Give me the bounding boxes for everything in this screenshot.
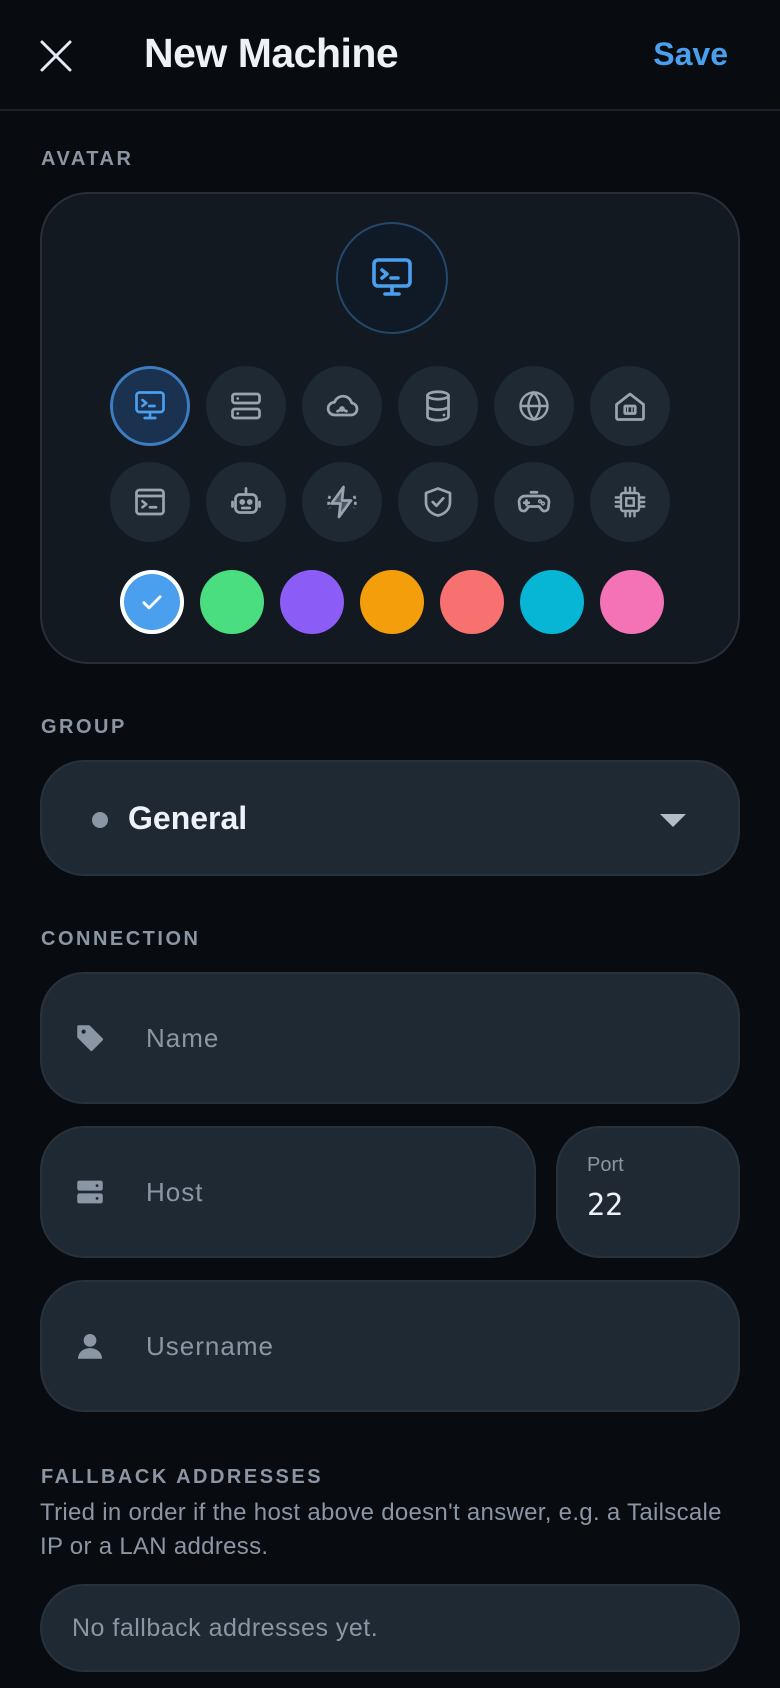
color-swatch-pink[interactable] (600, 570, 664, 634)
gamepad-icon (517, 490, 551, 513)
lightning-icon (327, 485, 357, 519)
database-icon (426, 390, 450, 422)
icon-option-cloud[interactable] (302, 366, 382, 446)
fallback-description: Tried in order if the host above doesn't… (40, 1499, 722, 1560)
color-swatch-cyan[interactable] (520, 570, 584, 634)
save-button[interactable]: Save (653, 36, 728, 73)
icon-option-globe[interactable] (494, 366, 574, 446)
robot-icon (231, 487, 261, 514)
icon-option-cpu[interactable] (590, 462, 670, 542)
group-selected-value: General (128, 800, 248, 836)
cpu-chip-icon (614, 486, 646, 518)
avatar-card (40, 192, 740, 664)
name-field (40, 972, 740, 1104)
server-icon (72, 1174, 108, 1210)
icon-option-home[interactable] (590, 366, 670, 446)
host-input[interactable] (146, 1128, 508, 1256)
avatar-section-label: AVATAR (41, 148, 134, 170)
check-icon (142, 595, 162, 610)
top-bar: New Machine Save (0, 0, 780, 111)
group-color-dot (92, 812, 108, 828)
home-icon (615, 392, 645, 421)
color-picker (120, 570, 664, 634)
color-swatch-green[interactable] (200, 570, 264, 634)
icon-option-lightning[interactable] (302, 462, 382, 542)
tag-icon (72, 1020, 108, 1056)
username-input[interactable] (146, 1282, 712, 1410)
host-field (40, 1126, 536, 1258)
username-field (40, 1280, 740, 1412)
server-icon (231, 392, 261, 420)
group-section-label: GROUP (41, 716, 127, 738)
shield-check-icon (424, 487, 452, 517)
color-swatch-red[interactable] (440, 570, 504, 634)
close-button[interactable] (32, 32, 80, 80)
icon-option-terminal[interactable] (110, 462, 190, 542)
terminal-window-icon (135, 488, 165, 516)
connection-section-label: CONNECTION (41, 928, 201, 950)
close-icon (40, 40, 72, 72)
fallback-section-label: FALLBACK ADDRESSES (41, 1466, 324, 1488)
page-title: New Machine (144, 30, 399, 76)
cloud-icon (326, 394, 359, 417)
monitor-terminal-icon (135, 391, 165, 420)
port-label: Port (587, 1154, 624, 1176)
color-swatch-orange[interactable] (360, 570, 424, 634)
port-input[interactable]: 22 (587, 1188, 623, 1223)
icon-option-shield[interactable] (398, 462, 478, 542)
icon-option-database[interactable] (398, 366, 478, 446)
color-swatch-blue[interactable] (120, 570, 184, 634)
monitor-terminal-icon (372, 258, 412, 296)
user-icon (72, 1328, 108, 1364)
globe-icon (519, 390, 549, 422)
icon-option-gamepad[interactable] (494, 462, 574, 542)
port-field[interactable]: Port 22 (556, 1126, 740, 1258)
caret-down-icon (660, 814, 686, 827)
icon-option-server[interactable] (206, 366, 286, 446)
color-swatch-purple[interactable] (280, 570, 344, 634)
icon-picker (110, 366, 670, 558)
icon-option-robot[interactable] (206, 462, 286, 542)
name-input[interactable] (146, 974, 712, 1102)
icon-option-monitor[interactable] (110, 366, 190, 446)
group-dropdown[interactable]: General (40, 760, 740, 876)
avatar-preview (336, 222, 448, 334)
fallback-empty-state: No fallback addresses yet. (40, 1584, 740, 1672)
